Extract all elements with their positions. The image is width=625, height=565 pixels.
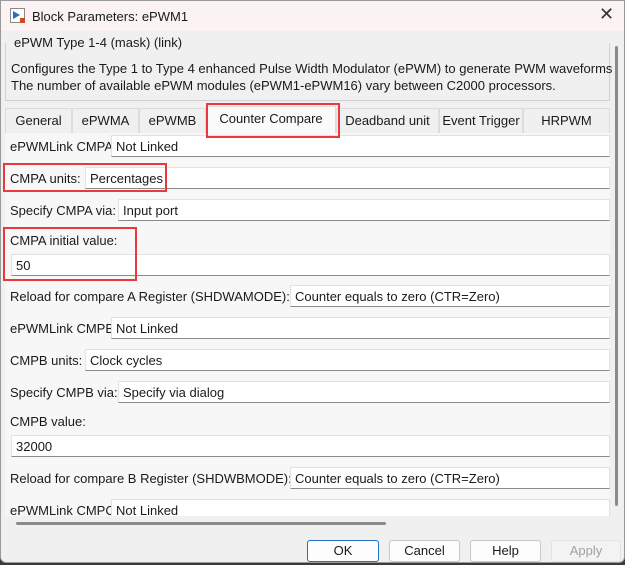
epwmlink-cmpc-select[interactable]: Not Linked [111, 499, 610, 516]
title-bar: Block Parameters: ePWM1 ✕ [1, 1, 624, 31]
specify-cmpa-via-select[interactable]: Input port [118, 199, 610, 221]
param-label: Reload for compare A Register (SHDWAMODE… [10, 289, 290, 304]
highlight-box-cmpa-units [3, 163, 167, 192]
epwmlink-cmpa-select[interactable]: Not Linked [111, 135, 610, 157]
param-label: ePWMLink CMPA [10, 139, 114, 154]
tab-deadband-unit[interactable]: Deadband unit [336, 108, 439, 133]
highlight-box-cmpa-initial-value [3, 227, 137, 281]
param-label: CMPB value: [10, 414, 86, 429]
param-label: Specify CMPB via: [10, 385, 118, 400]
mask-title: ePWM Type 1-4 (mask) (link) [12, 35, 185, 50]
vertical-scrollbar[interactable] [615, 46, 618, 506]
mask-description: Configures the Type 1 to Type 4 enhanced… [11, 60, 612, 94]
tab-hrpwm[interactable]: HRPWM [523, 108, 610, 133]
close-icon[interactable]: ✕ [599, 4, 614, 25]
simulink-block-icon [10, 8, 25, 23]
shdwamode-select[interactable]: Counter equals to zero (CTR=Zero) [290, 285, 610, 307]
cmpb-units-select[interactable]: Clock cycles [85, 349, 610, 371]
cancel-button[interactable]: Cancel [389, 540, 460, 562]
param-label: ePWMLink CMPC [10, 503, 115, 516]
epwmlink-cmpb-select[interactable]: Not Linked [111, 317, 610, 339]
param-label: Specify CMPA via: [10, 203, 116, 218]
param-label: CMPB units: [10, 353, 83, 368]
horizontal-scrollbar[interactable] [16, 522, 386, 525]
tab-general[interactable]: General [5, 108, 72, 133]
description-line: The number of available ePWM modules (eP… [11, 78, 556, 93]
highlight-box-tab [206, 103, 340, 138]
tab-epwma[interactable]: ePWMA [72, 108, 139, 133]
param-label: Reload for compare B Register (SHDWBMODE… [10, 471, 292, 486]
dialog-window: Block Parameters: ePWM1 ✕ ePWM Type 1-4 … [0, 0, 625, 563]
window-title: Block Parameters: ePWM1 [32, 9, 189, 24]
param-label: ePWMLink CMPB [10, 321, 115, 336]
cmpb-value-input[interactable]: 32000 [11, 435, 610, 457]
apply-button[interactable]: Apply [551, 540, 621, 562]
tab-epwmb[interactable]: ePWMB [139, 108, 206, 133]
specify-cmpb-via-select[interactable]: Specify via dialog [118, 381, 610, 403]
shdwbmode-select[interactable]: Counter equals to zero (CTR=Zero) [290, 467, 610, 489]
help-button[interactable]: Help [470, 540, 541, 562]
description-line: Configures the Type 1 to Type 4 enhanced… [11, 61, 613, 76]
tab-event-trigger[interactable]: Event Trigger [439, 108, 523, 133]
ok-button[interactable]: OK [307, 540, 379, 562]
